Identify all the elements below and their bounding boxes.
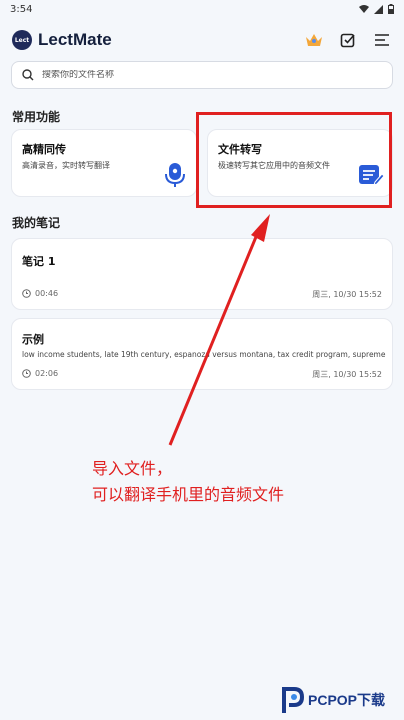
annotation-arrow [168,214,270,446]
watermark-text: PCPOP下载 [308,692,386,708]
annotation-text: 导入文件， 可以翻译手机里的音频文件 [92,459,285,504]
watermark-logo-icon [282,687,304,713]
watermark: PCPOP下载 [280,682,404,718]
